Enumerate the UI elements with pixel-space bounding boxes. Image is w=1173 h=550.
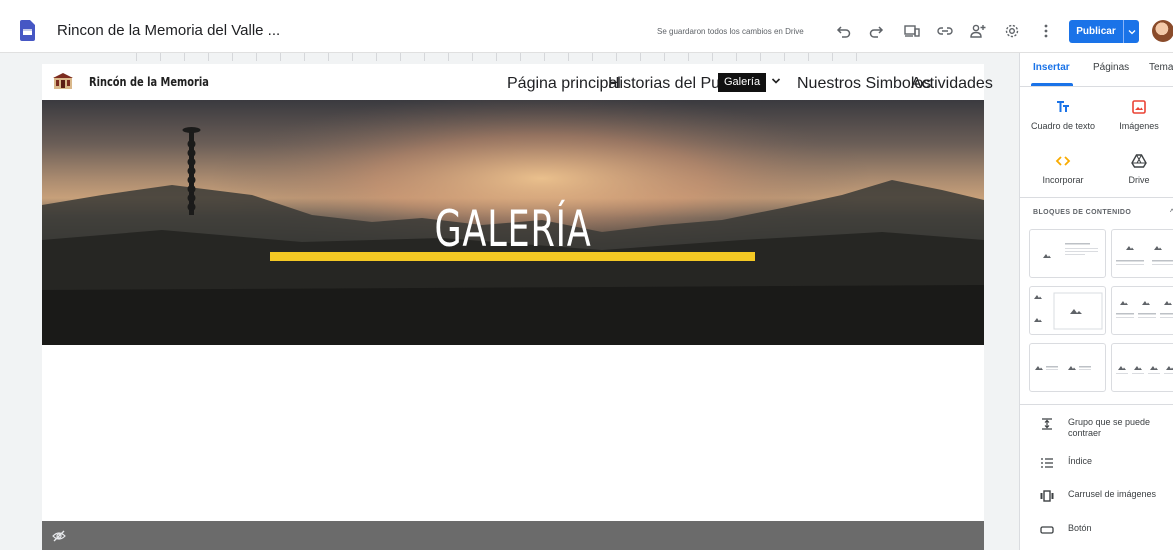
insert-text-box[interactable]: Cuadro de texto bbox=[1028, 99, 1098, 131]
publish-button-label: Publicar bbox=[1076, 26, 1116, 37]
site-logo-icon[interactable] bbox=[52, 71, 74, 91]
hero-title[interactable]: GALERÍA bbox=[146, 200, 881, 258]
hero-banner[interactable]: GALERÍA bbox=[42, 100, 984, 345]
chevron-down-icon[interactable] bbox=[771, 76, 781, 86]
redo-icon[interactable] bbox=[866, 21, 886, 41]
insert-drive[interactable]: Drive bbox=[1104, 153, 1173, 185]
table-of-contents-icon bbox=[1041, 458, 1053, 468]
embed-icon bbox=[1055, 156, 1071, 166]
site-page[interactable]: Rincón de la Memoria Página principal Hi… bbox=[42, 64, 993, 550]
more-options-icon[interactable] bbox=[1036, 21, 1056, 41]
button-icon bbox=[1040, 526, 1054, 534]
hero-accent-bar bbox=[270, 252, 755, 261]
footer-bar[interactable] bbox=[42, 521, 984, 550]
insert-panel: Insertar Páginas Temas Cuadro de texto I… bbox=[1019, 53, 1173, 550]
ruler bbox=[136, 53, 866, 61]
table-of-contents-label: Índice bbox=[1068, 456, 1093, 466]
preview-devices-icon[interactable] bbox=[902, 21, 922, 41]
image-carousel-icon bbox=[1040, 490, 1054, 502]
undo-icon[interactable] bbox=[834, 21, 854, 41]
content-block-image-text-pairs[interactable] bbox=[1029, 343, 1106, 392]
insert-images-label: Imágenes bbox=[1119, 121, 1159, 131]
nav-item-pagina-principal[interactable]: Página principal bbox=[507, 75, 621, 93]
visibility-off-icon[interactable] bbox=[52, 529, 66, 543]
insert-images[interactable]: Imágenes bbox=[1104, 99, 1173, 131]
copy-link-icon[interactable] bbox=[935, 21, 955, 41]
content-block-image-grid[interactable] bbox=[1029, 286, 1106, 335]
insert-embed[interactable]: Incorporar bbox=[1028, 153, 1098, 185]
site-name[interactable]: Rincón de la Memoria bbox=[89, 75, 209, 89]
drive-icon bbox=[1131, 154, 1147, 168]
content-block-three-images[interactable] bbox=[1111, 286, 1173, 335]
nav-item-actividades[interactable]: Actividades bbox=[911, 75, 993, 93]
publish-button[interactable]: Publicar bbox=[1069, 20, 1139, 43]
collapsible-group-label: Grupo que se puede contraer bbox=[1068, 417, 1151, 438]
save-status: Se guardaron todos los cambios en Drive bbox=[657, 27, 804, 36]
button-label: Botón bbox=[1068, 523, 1092, 533]
share-add-person-icon[interactable] bbox=[968, 21, 988, 41]
document-title[interactable]: Rincon de la Memoria del Valle ... bbox=[57, 22, 280, 39]
insert-drive-label: Drive bbox=[1128, 175, 1150, 185]
content-block-two-images[interactable] bbox=[1111, 229, 1173, 278]
settings-gear-icon[interactable] bbox=[1002, 21, 1022, 41]
account-avatar[interactable] bbox=[1152, 20, 1173, 42]
collapsible-group-icon bbox=[1042, 418, 1052, 430]
tab-paginas[interactable]: Páginas bbox=[1093, 62, 1129, 73]
image-carousel-label: Carrusel de imágenes bbox=[1068, 489, 1157, 499]
google-sites-logo-icon[interactable] bbox=[20, 20, 35, 41]
top-bar: Rincon de la Memoria del Valle ... Se gu… bbox=[0, 10, 1173, 53]
site-header[interactable]: Rincón de la Memoria Página principal Hi… bbox=[42, 64, 993, 100]
tab-insertar[interactable]: Insertar bbox=[1033, 62, 1070, 73]
insert-embed-label: Incorporar bbox=[1042, 175, 1084, 185]
chevron-down-icon bbox=[1128, 29, 1135, 34]
insert-text-box-label: Cuadro de texto bbox=[1030, 121, 1096, 131]
text-box-icon bbox=[1057, 101, 1069, 112]
tab-temas[interactable]: Temas bbox=[1149, 62, 1173, 73]
nav-item-galeria[interactable]: Galería bbox=[718, 73, 767, 92]
content-block-image-text[interactable] bbox=[1029, 229, 1106, 278]
publish-options-dropdown[interactable] bbox=[1124, 28, 1139, 36]
image-icon bbox=[1132, 100, 1146, 114]
content-block-four-images[interactable] bbox=[1111, 343, 1173, 392]
content-blocks-title: BLOQUES DE CONTENIDO bbox=[1033, 209, 1132, 216]
panel-tabs: Insertar Páginas Temas bbox=[1020, 53, 1173, 86]
